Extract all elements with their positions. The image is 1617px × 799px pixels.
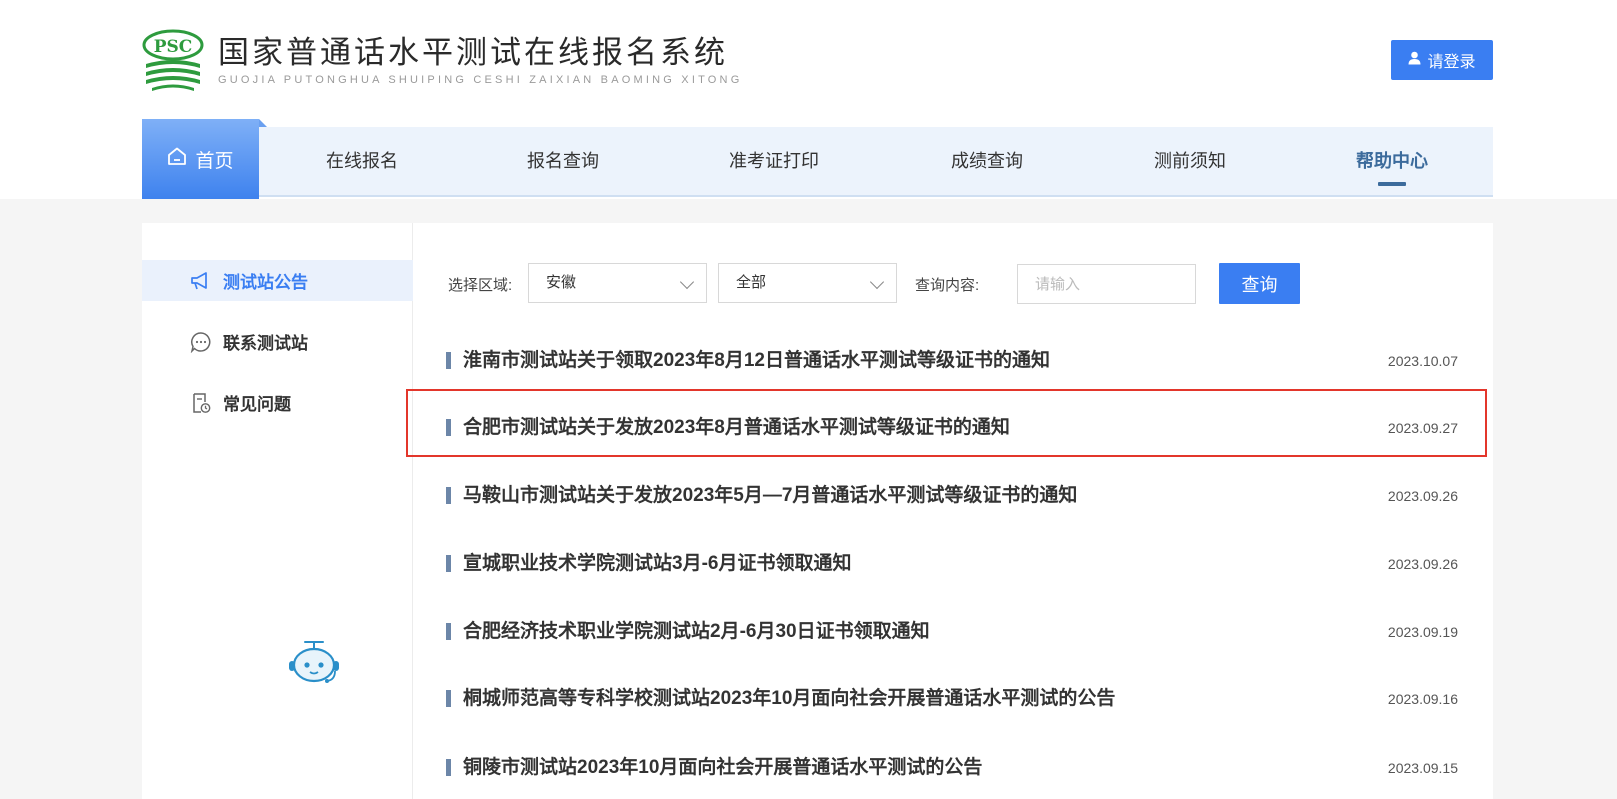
notice-title[interactable]: 桐城师范高等专科学校测试站2023年10月面向社会开展普通话水平测试的公告 <box>463 685 1115 713</box>
list-bullet <box>446 759 451 776</box>
notice-title[interactable]: 合肥市测试站关于发放2023年8月普通话水平测试等级证书的通知 <box>463 414 1010 442</box>
notice-date: 2023.09.15 <box>1387 760 1458 776</box>
main-nav: 首页 在线报名 报名查询 准考证打印 成绩查询 测前须知 帮助中心 <box>142 119 1493 199</box>
notice-date: 2023.10.07 <box>1387 353 1458 369</box>
list-item[interactable]: 淮南市测试站关于领取2023年8月12日普通话水平测试等级证书的通知 2023.… <box>413 341 1493 381</box>
search-button[interactable]: 查询 <box>1219 263 1300 304</box>
list-item[interactable]: 宣城职业技术学院测试站3月-6月证书领取通知 2023.09.26 <box>413 544 1493 584</box>
chevron-down-icon <box>679 274 695 290</box>
sidebar-item-announcements[interactable]: 测试站公告 <box>142 260 413 301</box>
scope-select[interactable]: 全部 <box>718 263 897 303</box>
login-button[interactable]: 请登录 <box>1391 40 1493 80</box>
search-input[interactable] <box>1017 264 1196 304</box>
user-icon <box>1408 51 1421 70</box>
sidebar-item-label: 测试站公告 <box>223 273 308 292</box>
notice-title[interactable]: 宣城职业技术学院测试站3月-6月证书领取通知 <box>463 550 851 578</box>
sidebar-item-label: 常见问题 <box>223 395 291 414</box>
notice-title[interactable]: 淮南市测试站关于领取2023年8月12日普通话水平测试等级证书的通知 <box>463 347 1050 375</box>
list-bullet <box>446 555 451 572</box>
list-bullet <box>446 623 451 640</box>
notice-date: 2023.09.19 <box>1387 624 1458 640</box>
nav-home-label: 首页 <box>195 150 234 172</box>
nav-registration-query[interactable]: 报名查询 <box>527 127 599 195</box>
list-bullet <box>446 690 451 707</box>
faq-document-icon <box>190 392 212 414</box>
psc-logo-icon: PSC <box>142 28 204 92</box>
list-item[interactable]: 马鞍山市测试站关于发放2023年5月—7月普通话水平测试等级证书的通知 2023… <box>413 476 1493 516</box>
home-icon <box>167 146 187 172</box>
logo-abbr-text: PSC <box>154 37 193 57</box>
site-subtitle: GUOJIA PUTONGHUA SHUIPING CESHI ZAIXIAN … <box>218 73 743 86</box>
content-panel: 测试站公告 联系测试站 常见问题 选择区域: 安徽 全部 查询内容: 请输入 查… <box>142 223 1493 799</box>
notice-date: 2023.09.26 <box>1387 488 1458 504</box>
nav-score-query[interactable]: 成绩查询 <box>951 127 1023 195</box>
list-bullet <box>446 487 451 504</box>
main-area: 选择区域: 安徽 全部 查询内容: 查询 淮南市测试站关于领取2023年8月12… <box>413 223 1493 799</box>
list-item[interactable]: 桐城师范高等专科学校测试站2023年10月面向社会开展普通话水平测试的公告 20… <box>413 679 1493 719</box>
nav-admission-ticket[interactable]: 准考证打印 <box>729 127 819 195</box>
query-label: 查询内容: <box>915 277 980 294</box>
nav-home[interactable]: 首页 <box>142 119 267 199</box>
nav-pretest-notice[interactable]: 测前须知 <box>1154 127 1226 195</box>
region-label: 选择区域: <box>448 277 513 294</box>
sidebar-item-label: 联系测试站 <box>223 334 308 353</box>
nav-online-registration[interactable]: 在线报名 <box>326 127 398 195</box>
list-bullet <box>446 419 451 436</box>
notice-title[interactable]: 合肥经济技术职业学院测试站2月-6月30日证书领取通知 <box>463 618 930 646</box>
sidebar-item-faq[interactable]: 常见问题 <box>142 382 413 423</box>
chat-bubble-icon <box>190 331 212 353</box>
chevron-down-icon <box>869 274 885 290</box>
region-select[interactable]: 安徽 <box>528 263 707 303</box>
notice-date: 2023.09.16 <box>1387 691 1458 707</box>
sidebar-item-contact[interactable]: 联系测试站 <box>142 321 413 362</box>
sidebar: 测试站公告 联系测试站 常见问题 <box>142 223 413 799</box>
site-logo[interactable]: PSC 国家普通话水平测试在线报名系统 GUOJIA PUTONGHUA SHU… <box>142 28 742 92</box>
robot-assistant-icon[interactable] <box>285 639 343 687</box>
megaphone-icon <box>190 270 212 292</box>
notice-title[interactable]: 马鞍山市测试站关于发放2023年5月—7月普通话水平测试等级证书的通知 <box>463 482 1077 510</box>
login-label: 请登录 <box>1427 54 1476 71</box>
list-item[interactable]: 合肥经济技术职业学院测试站2月-6月30日证书领取通知 2023.09.19 <box>413 612 1493 652</box>
notice-title[interactable]: 铜陵市测试站2023年10月面向社会开展普通话水平测试的公告 <box>463 754 982 782</box>
notice-date: 2023.09.27 <box>1387 420 1458 436</box>
notice-date: 2023.09.26 <box>1387 556 1458 572</box>
nav-help-center[interactable]: 帮助中心 <box>1356 127 1428 195</box>
scope-select-value: 全部 <box>736 274 767 291</box>
list-item[interactable]: 铜陵市测试站2023年10月面向社会开展普通话水平测试的公告 2023.09.1… <box>413 748 1493 788</box>
list-item[interactable]: 合肥市测试站关于发放2023年8月普通话水平测试等级证书的通知 2023.09.… <box>413 408 1493 448</box>
list-bullet <box>446 352 451 369</box>
site-title: 国家普通话水平测试在线报名系统 <box>218 34 728 71</box>
region-select-value: 安徽 <box>546 274 577 291</box>
header: PSC 国家普通话水平测试在线报名系统 GUOJIA PUTONGHUA SHU… <box>0 0 1617 199</box>
